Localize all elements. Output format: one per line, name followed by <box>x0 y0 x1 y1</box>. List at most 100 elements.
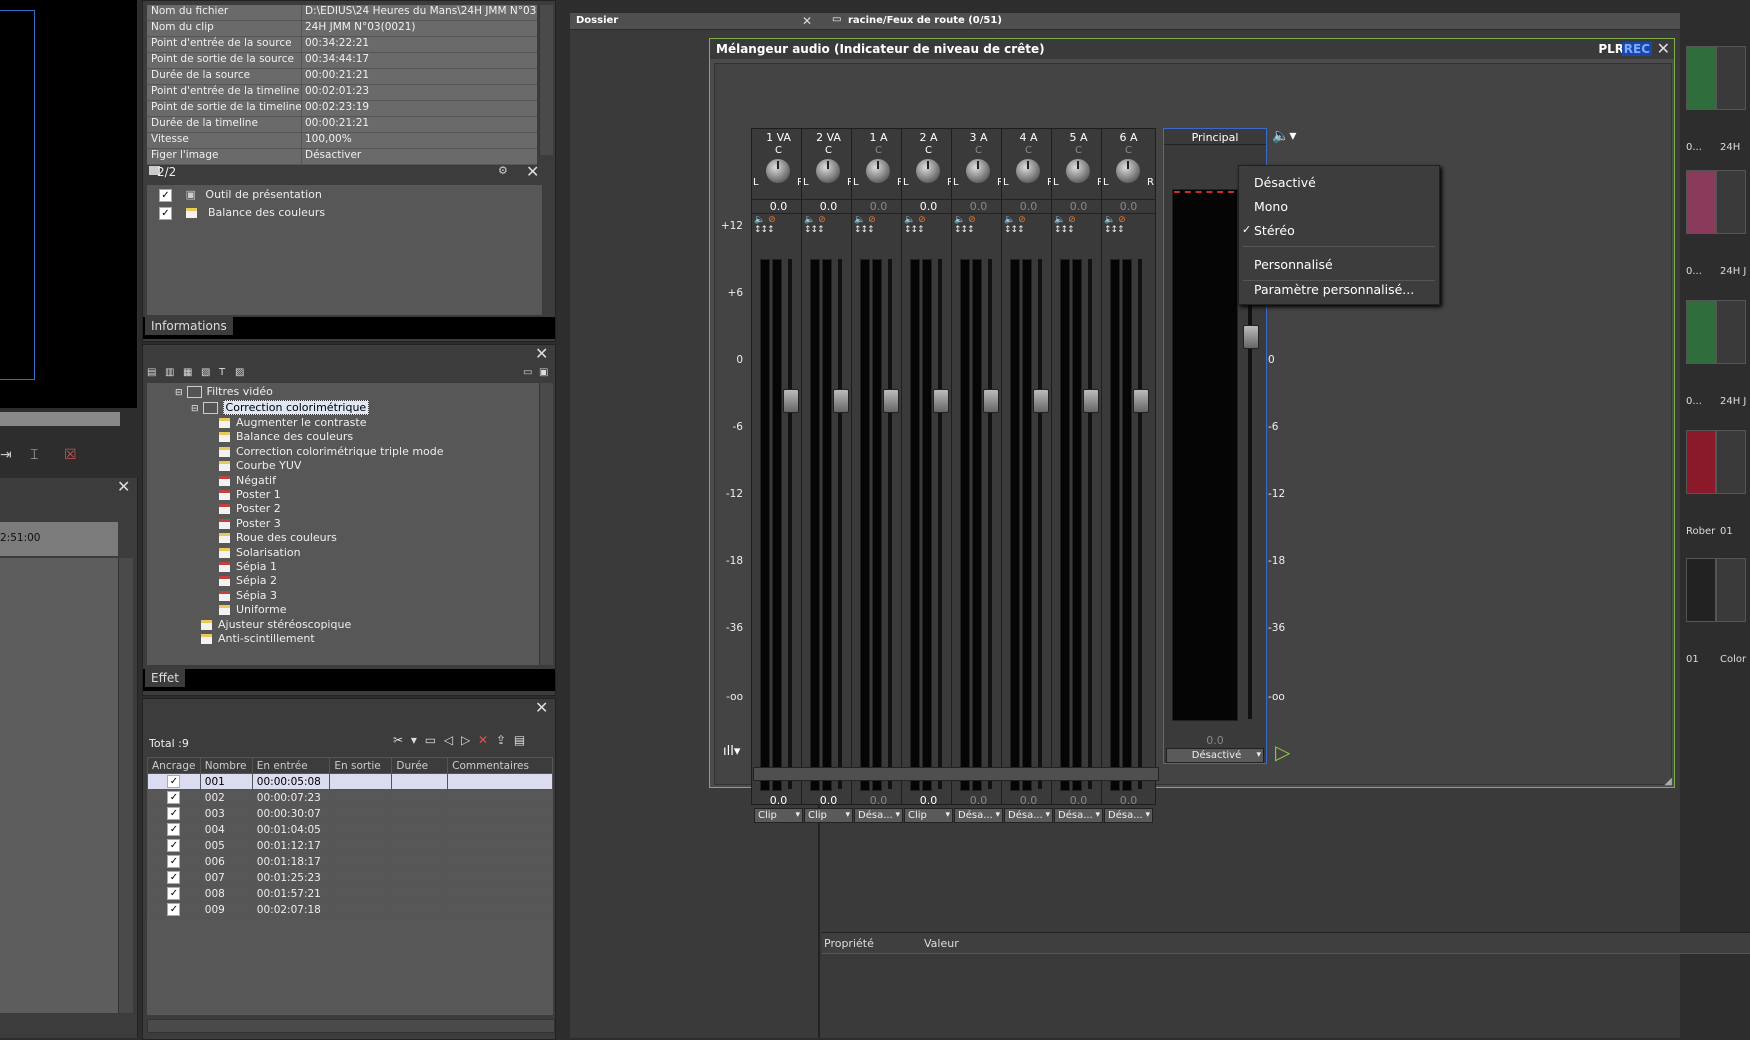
anchor-cell[interactable]: ✓ <box>147 837 201 854</box>
transition-icon[interactable]: ▧ <box>201 367 210 378</box>
table-row[interactable]: ✓ 005 00:01:12:17 <box>147 837 553 854</box>
audio-effect-icon[interactable]: ▦ <box>183 367 192 378</box>
tab-effet[interactable]: Effet <box>145 669 185 687</box>
tree-item-effect[interactable]: Correction colorimétrique triple mode <box>219 445 444 458</box>
anchor-cell[interactable]: ✓ <box>147 853 201 870</box>
menu-item-parametre-personnalise[interactable]: Paramètre personnalisé... <box>1254 282 1414 297</box>
record-icon[interactable]: ⊘ <box>868 215 876 225</box>
table-row[interactable]: ✓ 003 00:00:30:07 <box>147 805 553 822</box>
clip-thumbnail[interactable] <box>1716 558 1746 622</box>
keyer-icon[interactable]: ▨ <box>235 367 244 378</box>
timeline-vscroll[interactable] <box>118 558 133 1013</box>
automation-icon[interactable]: ↕↕↕ <box>1004 225 1025 235</box>
master-mode-dropdown[interactable]: Désactivé ▾ <box>1166 748 1264 763</box>
mute-icon[interactable]: 🔈 <box>904 215 915 225</box>
tree-item-effect[interactable]: Sépia 2 <box>219 574 277 587</box>
automation-icon[interactable]: ↕↕↕ <box>754 225 775 235</box>
table-row[interactable]: ✓ 002 00:00:07:23 <box>147 789 553 806</box>
clip-thumbnail[interactable] <box>1716 170 1746 234</box>
speaker-menu-icon[interactable]: 🔈▾ <box>1272 128 1296 144</box>
mute-icon[interactable]: 🔈 <box>754 215 765 225</box>
list-view-icon[interactable]: ▭ <box>523 367 532 378</box>
tab-informations[interactable]: Informations <box>145 317 233 335</box>
mixer-hscroll[interactable] <box>753 767 1159 781</box>
table-row[interactable]: ✓ 008 00:01:57:21 <box>147 885 553 902</box>
close-icon[interactable]: ✕ <box>802 14 812 28</box>
automation-icon[interactable]: ↕↕↕ <box>854 225 875 235</box>
anchor-cell[interactable]: ✓ <box>147 821 201 838</box>
close-icon[interactable]: ✕ <box>535 700 548 716</box>
meter-options-icon[interactable]: ıll▾ <box>723 744 740 759</box>
import-icon[interactable]: ⇪ <box>496 733 506 747</box>
anchor-cell[interactable]: ✓ <box>147 805 201 822</box>
plr-label[interactable]: PLR <box>1598 39 1624 59</box>
mute-icon[interactable]: 🔈 <box>854 215 865 225</box>
checkbox[interactable]: ✓ <box>167 775 181 788</box>
channel-fader[interactable] <box>1133 389 1149 413</box>
tree-item-effect[interactable]: Roue des couleurs <box>219 531 337 544</box>
video-effect-icon[interactable]: ▥ <box>165 367 174 378</box>
column-header[interactable]: En entrée <box>251 757 331 774</box>
mute-icon[interactable]: 🔈 <box>954 215 965 225</box>
table-row[interactable]: ✓ 001 00:00:05:08 <box>147 773 553 790</box>
channel-fader[interactable] <box>933 389 949 413</box>
split-icon[interactable]: ⇥ <box>0 447 12 463</box>
channel-mode-dropdown[interactable]: Clip <box>754 808 803 823</box>
marker-set-icon[interactable]: ▾ <box>411 733 417 747</box>
mute-icon[interactable]: 🔈 <box>1054 215 1065 225</box>
checkbox[interactable]: ✓ <box>167 871 181 884</box>
channel-mode-dropdown[interactable]: Désa... <box>1054 808 1103 823</box>
tree-item-effect[interactable]: Courbe YUV <box>219 459 301 472</box>
table-row[interactable]: ✓ 007 00:01:25:23 <box>147 869 553 886</box>
pan-knob[interactable] <box>916 159 940 183</box>
folder-tab[interactable]: Dossier <box>576 15 618 26</box>
record-icon[interactable]: ⊘ <box>818 215 826 225</box>
channel-fader[interactable] <box>783 389 799 413</box>
marker-hscroll[interactable] <box>147 1019 555 1033</box>
anchor-cell[interactable]: ✓ <box>147 773 201 790</box>
tree-item-effect[interactable]: Sépia 3 <box>219 589 277 602</box>
close-icon[interactable]: ✕ <box>535 346 548 362</box>
tree-item-root[interactable]: ⊟ Filtres vidéo <box>175 385 273 398</box>
prev-marker-icon[interactable]: ◁ <box>444 733 453 747</box>
close-icon[interactable]: ✕ <box>117 479 130 495</box>
resize-grip-icon[interactable]: ◢ <box>1664 776 1672 787</box>
collapse-icon[interactable]: ⊟ <box>175 388 183 398</box>
tree-item-effect[interactable]: Négatif <box>219 474 276 487</box>
pan-knob[interactable] <box>866 159 890 183</box>
checkbox[interactable]: ✓ <box>167 887 181 900</box>
menu-item-desactive[interactable]: Désactivé <box>1254 175 1316 190</box>
master-fader[interactable] <box>1243 325 1259 349</box>
table-row[interactable]: ✓ 004 00:01:04:05 <box>147 821 553 838</box>
channel-fader[interactable] <box>1083 389 1099 413</box>
checkbox[interactable]: ✓ <box>159 188 172 202</box>
checkbox[interactable]: ✓ <box>167 807 181 820</box>
tree-item-effect[interactable]: Augmenter le contraste <box>219 416 367 429</box>
channel-fader[interactable] <box>1033 389 1049 413</box>
tree-item-effect[interactable]: Solarisation <box>219 546 301 559</box>
channel-mode-dropdown[interactable]: Désa... <box>954 808 1003 823</box>
pan-knob[interactable] <box>1066 159 1090 183</box>
clip-thumbnail[interactable] <box>1686 300 1716 364</box>
automation-icon[interactable]: ↕↕↕ <box>954 225 975 235</box>
automation-icon[interactable]: ↕↕↕ <box>904 225 925 235</box>
table-row[interactable]: ✓ 009 00:02:07:18 <box>147 901 553 918</box>
tree-item-effect[interactable]: Sépia 1 <box>219 560 277 573</box>
checkbox[interactable]: ✓ <box>167 839 181 852</box>
tree-item-effect[interactable]: Poster 3 <box>219 517 281 530</box>
anchor-cell[interactable]: ✓ <box>147 789 201 806</box>
trim-icon[interactable]: ⌶ <box>30 447 38 463</box>
record-icon[interactable]: ⊘ <box>1118 215 1126 225</box>
clip-thumbnail[interactable] <box>1686 46 1716 110</box>
info-vscroll[interactable] <box>539 5 553 155</box>
automation-icon[interactable]: ↕↕↕ <box>1054 225 1075 235</box>
pan-knob[interactable] <box>816 159 840 183</box>
clip-thumbnail[interactable] <box>1716 46 1746 110</box>
close-icon[interactable]: ✕ <box>1657 41 1670 57</box>
pan-knob[interactable] <box>1116 159 1140 183</box>
effect-vscroll[interactable] <box>539 383 553 665</box>
record-icon[interactable]: ⊘ <box>1018 215 1026 225</box>
clip-thumbnail[interactable] <box>1716 300 1746 364</box>
anchor-cell[interactable]: ✓ <box>147 885 201 902</box>
column-header[interactable]: Ancrage <box>147 757 201 774</box>
